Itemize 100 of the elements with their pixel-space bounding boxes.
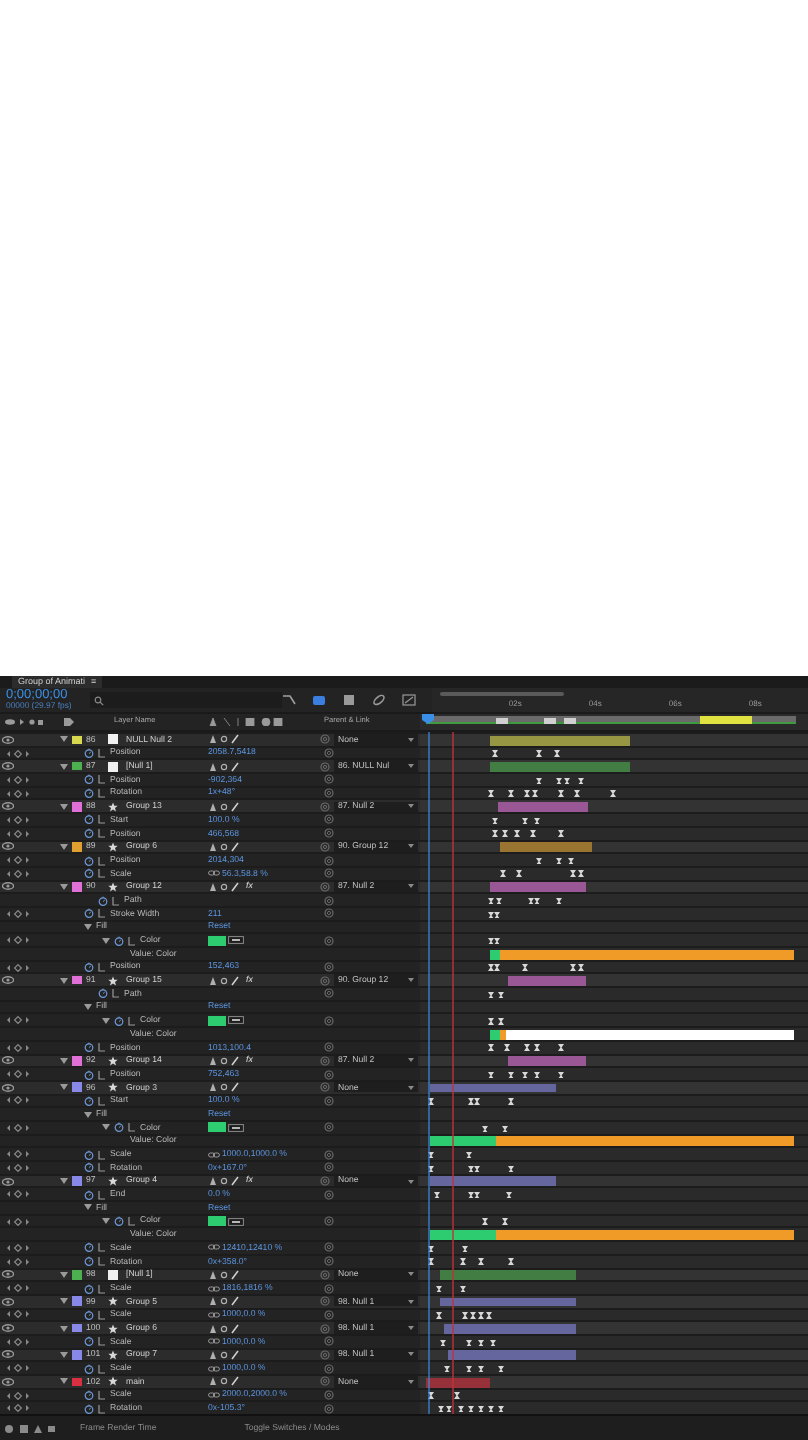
stopwatch-icon[interactable] — [84, 1256, 94, 1267]
stopwatch-icon[interactable] — [84, 855, 94, 866]
chain-link-icon[interactable] — [208, 1244, 220, 1251]
keyframe-navigator-icon[interactable] — [6, 909, 30, 918]
chain-link-icon[interactable] — [208, 870, 220, 877]
keyframe-icon[interactable] — [492, 750, 498, 758]
switches-header-icon[interactable] — [208, 718, 284, 726]
label-color-swatch[interactable] — [72, 1296, 82, 1306]
keyframe-navigator-icon[interactable] — [6, 1163, 30, 1172]
chain-link-icon[interactable] — [208, 1311, 220, 1318]
keyframe-navigator-icon[interactable] — [6, 1123, 30, 1132]
color-swatch[interactable] — [208, 935, 226, 946]
color-swatch[interactable] — [208, 1122, 226, 1133]
keyframe-navigator-icon[interactable] — [6, 1257, 30, 1266]
stopwatch-icon[interactable] — [84, 1189, 94, 1200]
paperclip-icon[interactable] — [372, 694, 387, 706]
stopwatch-icon[interactable] — [114, 1015, 124, 1026]
keyframe-icon[interactable] — [554, 750, 560, 758]
keyframe-navigator-icon[interactable] — [6, 963, 30, 972]
keyframe-icon[interactable] — [488, 1071, 494, 1079]
keyframe-navigator-icon[interactable] — [6, 1391, 30, 1400]
eyedropper-icon[interactable] — [228, 936, 244, 945]
eye-icon[interactable] — [2, 1377, 14, 1386]
eye-icon[interactable] — [2, 1177, 14, 1186]
keyframe-icon[interactable] — [536, 857, 542, 865]
keyframe-navigator-icon[interactable] — [6, 829, 30, 838]
label-color-swatch[interactable] — [72, 882, 82, 892]
label-color-swatch[interactable] — [72, 975, 82, 985]
stopwatch-icon[interactable] — [84, 1162, 94, 1173]
keyframe-navigator-icon[interactable] — [6, 789, 30, 798]
keyframe-icon[interactable] — [436, 1312, 442, 1320]
label-color-swatch[interactable] — [72, 842, 82, 852]
keyframe-icon[interactable] — [508, 790, 514, 798]
eye-icon[interactable] — [2, 762, 14, 771]
keyframe-icon[interactable] — [556, 897, 562, 905]
chain-link-icon[interactable] — [208, 1285, 220, 1292]
keyframe-navigator-icon[interactable] — [6, 1310, 30, 1319]
layer-switches-icon[interactable] — [208, 1376, 244, 1387]
layer-switches-icon[interactable] — [208, 975, 244, 986]
stopwatch-icon[interactable] — [114, 935, 124, 946]
layer-duration-bar[interactable] — [500, 842, 592, 853]
pickwhip-icon[interactable] — [324, 935, 334, 946]
layer-duration-bar[interactable] — [498, 802, 588, 813]
keyframe-icon[interactable] — [488, 790, 494, 798]
label-color-swatch[interactable] — [72, 735, 82, 745]
label-color-swatch[interactable] — [72, 1056, 82, 1066]
label-color-swatch[interactable] — [72, 1350, 82, 1360]
stopwatch-icon[interactable] — [84, 1336, 94, 1347]
search-field[interactable] — [89, 692, 283, 708]
layer-switches-icon[interactable] — [208, 734, 244, 745]
eye-icon[interactable] — [2, 1056, 14, 1065]
graph-editor-icon[interactable] — [402, 694, 417, 706]
keyframe-icon[interactable] — [478, 1258, 484, 1266]
label-color-swatch[interactable] — [72, 761, 82, 771]
eyedropper-icon[interactable] — [228, 1123, 244, 1132]
stopwatch-icon[interactable] — [84, 774, 94, 785]
stopwatch-icon[interactable] — [84, 1069, 94, 1080]
keyframe-navigator-icon[interactable] — [6, 1096, 30, 1105]
stopwatch-icon[interactable] — [84, 868, 94, 879]
label-color-swatch[interactable] — [72, 1082, 82, 1092]
stopwatch-icon[interactable] — [114, 1122, 124, 1133]
eye-icon[interactable] — [2, 882, 14, 891]
current-time-indicator-icon[interactable] — [422, 714, 434, 724]
layer-duration-bar[interactable] — [490, 882, 586, 893]
stopwatch-icon[interactable] — [84, 748, 94, 759]
layer-duration-bar[interactable] — [508, 1056, 586, 1067]
keyframe-navigator-icon[interactable] — [6, 869, 30, 878]
keyframe-icon[interactable] — [558, 1071, 564, 1079]
keyframe-icon[interactable] — [436, 1285, 442, 1293]
stopwatch-icon[interactable] — [84, 1149, 94, 1160]
layer-switches-icon[interactable] — [208, 1296, 244, 1307]
keyframe-navigator-icon[interactable] — [6, 775, 30, 784]
eye-icon[interactable] — [2, 802, 14, 811]
draft-3d-icon[interactable] — [282, 694, 297, 706]
keyframe-navigator-icon[interactable] — [6, 856, 30, 865]
pickwhip-icon[interactable] — [324, 1015, 334, 1026]
stopwatch-icon[interactable] — [84, 1095, 94, 1106]
keyframe-icon[interactable] — [500, 870, 506, 878]
keyframe-icon[interactable] — [508, 1098, 514, 1106]
label-color-swatch[interactable] — [72, 1377, 82, 1387]
stopwatch-icon[interactable] — [114, 1216, 124, 1227]
stopwatch-icon[interactable] — [84, 1283, 94, 1294]
stopwatch-icon[interactable] — [84, 1309, 94, 1320]
keyframe-icon[interactable] — [488, 1044, 494, 1052]
marker-icon[interactable] — [544, 717, 556, 723]
chain-link-icon[interactable] — [208, 1151, 220, 1158]
layer-switches-icon[interactable] — [208, 801, 244, 812]
keyframe-icon[interactable] — [536, 750, 542, 758]
stopwatch-icon[interactable] — [84, 1390, 94, 1401]
eye-icon[interactable] — [2, 1324, 14, 1333]
pickwhip-icon[interactable] — [324, 1216, 334, 1227]
color-swatch[interactable] — [208, 1015, 226, 1026]
layer-switches-icon[interactable] — [208, 1349, 244, 1360]
color-swatch[interactable] — [208, 1216, 226, 1227]
marker-icon[interactable] — [564, 717, 576, 723]
keyframe-icon[interactable] — [506, 1191, 512, 1199]
keyframe-icon[interactable] — [482, 1218, 488, 1226]
chain-link-icon[interactable] — [208, 1365, 220, 1372]
keyframe-navigator-icon[interactable] — [6, 749, 30, 758]
layer-duration-bar[interactable] — [440, 1270, 576, 1281]
